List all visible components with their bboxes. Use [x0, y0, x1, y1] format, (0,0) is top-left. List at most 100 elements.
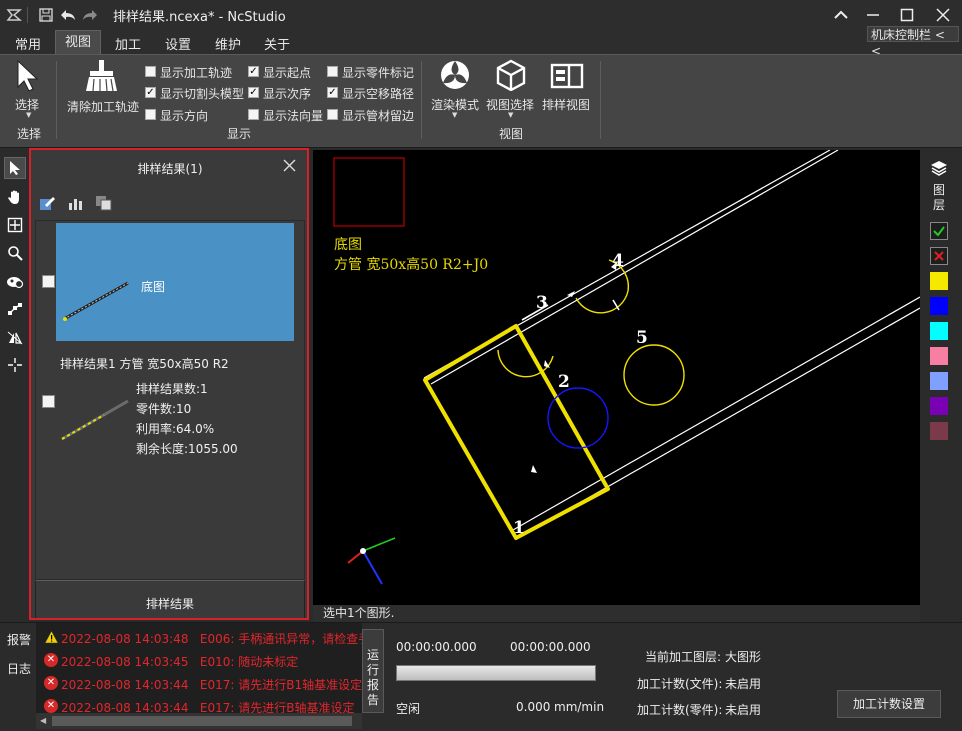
node-edit-icon[interactable] [4, 298, 26, 320]
redo-icon[interactable] [80, 5, 100, 25]
scrollbar-thumb[interactable] [52, 716, 352, 726]
count-file-value: 未启用 [725, 677, 762, 691]
zoom-icon[interactable] [4, 242, 26, 264]
warning-icon [44, 630, 59, 647]
view-group-label: 视图 [499, 127, 524, 141]
count-file-label: 加工计数(文件): [637, 677, 723, 691]
layer-hide-all-button[interactable] [930, 247, 948, 265]
elapsed-time: 00:00:00.000 [396, 640, 477, 654]
menu-process[interactable]: 加工 [112, 34, 144, 53]
result-chart-icon[interactable] [67, 195, 85, 214]
count-settings-button[interactable]: 加工计数设置 [837, 690, 941, 718]
menu-view[interactable]: 视图 [55, 30, 102, 55]
select-pointer-icon[interactable] [4, 157, 26, 179]
dropdown-arrow-icon: ▼ [452, 111, 458, 119]
nest-result-thumbnail [61, 399, 129, 441]
canvas-label-tube: 方管 宽50x高50 R2+J0 [334, 257, 489, 273]
layer-color-pink[interactable] [930, 347, 948, 365]
menu-common[interactable]: 常用 [12, 34, 44, 53]
menu-bar: 常用 视图 加工 设置 维护 关于 [0, 30, 962, 55]
nest-view-icon [550, 61, 584, 94]
run-report-button[interactable]: 运行报告 [362, 629, 384, 713]
canvas-label-basemap: 底图 [334, 237, 362, 253]
select-tool-button[interactable]: 选择 ▼ [10, 59, 48, 119]
part-number-3: 3 [536, 293, 548, 313]
check-icon [933, 226, 945, 237]
render-mode-button[interactable]: 渲染模式 ▼ [428, 59, 482, 121]
window-title: 排样结果.ncexa* - NcStudio [113, 10, 286, 25]
base-map-checkbox[interactable] [42, 275, 55, 288]
count-part-label: 加工计数(零件): [637, 703, 723, 717]
close-panel-icon[interactable] [283, 159, 296, 175]
nest-result-checkbox[interactable] [42, 395, 55, 408]
canvas-status-bar: 选中1个图形. [313, 605, 920, 622]
current-layer-label: 当前加工图层: [645, 650, 722, 664]
fit-view-icon[interactable] [4, 214, 26, 236]
bottom-area: 报警 日志 2022-08-08 14:03:48 E006: 手柄通讯异常，请… [0, 622, 962, 731]
left-toolbar [0, 152, 29, 622]
copy-result-icon[interactable] [95, 195, 113, 214]
error-icon: ✕ [44, 699, 58, 713]
feed-speed: 0.000 [516, 700, 551, 714]
nest-result-panel: 排样结果(1) 底图 排样结果1 方管 宽50x高50 R2 排样结果数:1 零… [31, 150, 309, 620]
progress-bar [396, 665, 596, 681]
part-number-2: 2 [558, 372, 570, 392]
rotate-view-icon[interactable] [4, 270, 26, 292]
ribbon: 选择 ▼ 选择 清除加工轨迹 显示加工轨迹 ✓ 显示切割头模型 显示方向 ✓ 显… [0, 54, 962, 148]
part-number-1: 1 [513, 518, 525, 538]
footer-tab[interactable]: 排样结果 [35, 580, 305, 620]
menu-about[interactable]: 关于 [261, 34, 293, 53]
layer-bar: 图层 [920, 150, 962, 622]
log-entry: 2022-08-08 14:03:48 E006: 手柄通讯异常，请检查手 [61, 632, 371, 646]
pan-hand-icon[interactable] [4, 186, 26, 208]
log-scrollbar[interactable]: ◀ [36, 713, 362, 729]
result-count: 排样结果数:1 [136, 382, 208, 396]
dropdown-arrow-icon: ▼ [508, 111, 514, 119]
view-select-button[interactable]: 视图选择 ▼ [484, 59, 538, 121]
broom-icon [84, 59, 120, 96]
collapse-ribbon-icon[interactable] [824, 0, 858, 30]
layer-color-blue[interactable] [930, 297, 948, 315]
tab-alarm[interactable]: 报警 [0, 625, 37, 649]
title-bar: 排样结果.ncexa* - NcStudio [0, 0, 962, 30]
base-map-thumbnail [63, 281, 129, 321]
layer-color-light-blue[interactable] [930, 372, 948, 390]
log-entry: 2022-08-08 14:03:45 E010: 随动未标定 [61, 655, 299, 669]
edit-result-icon[interactable] [39, 195, 57, 214]
nest-view-button[interactable]: 排样视图 [540, 59, 594, 115]
clear-trace-button[interactable]: 清除加工轨迹 [64, 59, 140, 115]
menu-settings[interactable]: 设置 [162, 34, 194, 53]
layers-title: 图层 [933, 183, 946, 212]
layers-icon[interactable] [930, 160, 948, 179]
undo-icon[interactable] [58, 5, 78, 25]
layer-color-yellow[interactable] [930, 272, 948, 290]
tab-log[interactable]: 日志 [0, 655, 36, 679]
machine-state: 空闲 [396, 702, 421, 716]
nest-result-details: 排样结果数:1 零件数:10 利用率:64.0% 剩余长度:1055.00 [136, 379, 238, 459]
nc-logo-icon [4, 5, 24, 25]
layer-color-maroon[interactable] [930, 422, 948, 440]
error-icon: ✕ [44, 653, 58, 667]
layer-show-all-button[interactable] [930, 222, 948, 240]
ribbon-separator [421, 61, 422, 139]
base-map-label: 底图 [141, 280, 166, 294]
menu-maintenance[interactable]: 维护 [212, 34, 244, 53]
scroll-left-icon[interactable]: ◀ [40, 716, 46, 725]
mirror-icon[interactable] [4, 326, 26, 348]
save-icon[interactable] [36, 5, 56, 25]
arrow-cursor-icon [12, 59, 46, 96]
layer-color-purple[interactable] [930, 397, 948, 415]
drawing-svg [333, 150, 920, 585]
nest-result-title[interactable]: 排样结果1 方管 宽50x高50 R2 [60, 355, 229, 372]
cnc-panel-button[interactable]: 机床控制栏 < < [867, 26, 959, 58]
crosshair-icon[interactable] [4, 354, 26, 376]
list-item[interactable]: 底图 [56, 223, 294, 341]
dropdown-arrow-icon: ▼ [26, 111, 32, 119]
feed-speed-unit: mm/min [554, 700, 605, 714]
render-mode-icon [438, 59, 472, 94]
cube-icon [494, 59, 528, 94]
drawing-canvas[interactable]: 底图 方管 宽50x高50 R2+J0 1 2 3 4 5 [313, 150, 920, 605]
estimated-time: 00:00:00.000 [510, 640, 591, 654]
count-part-value: 未启用 [725, 703, 762, 717]
layer-color-cyan[interactable] [930, 322, 948, 340]
